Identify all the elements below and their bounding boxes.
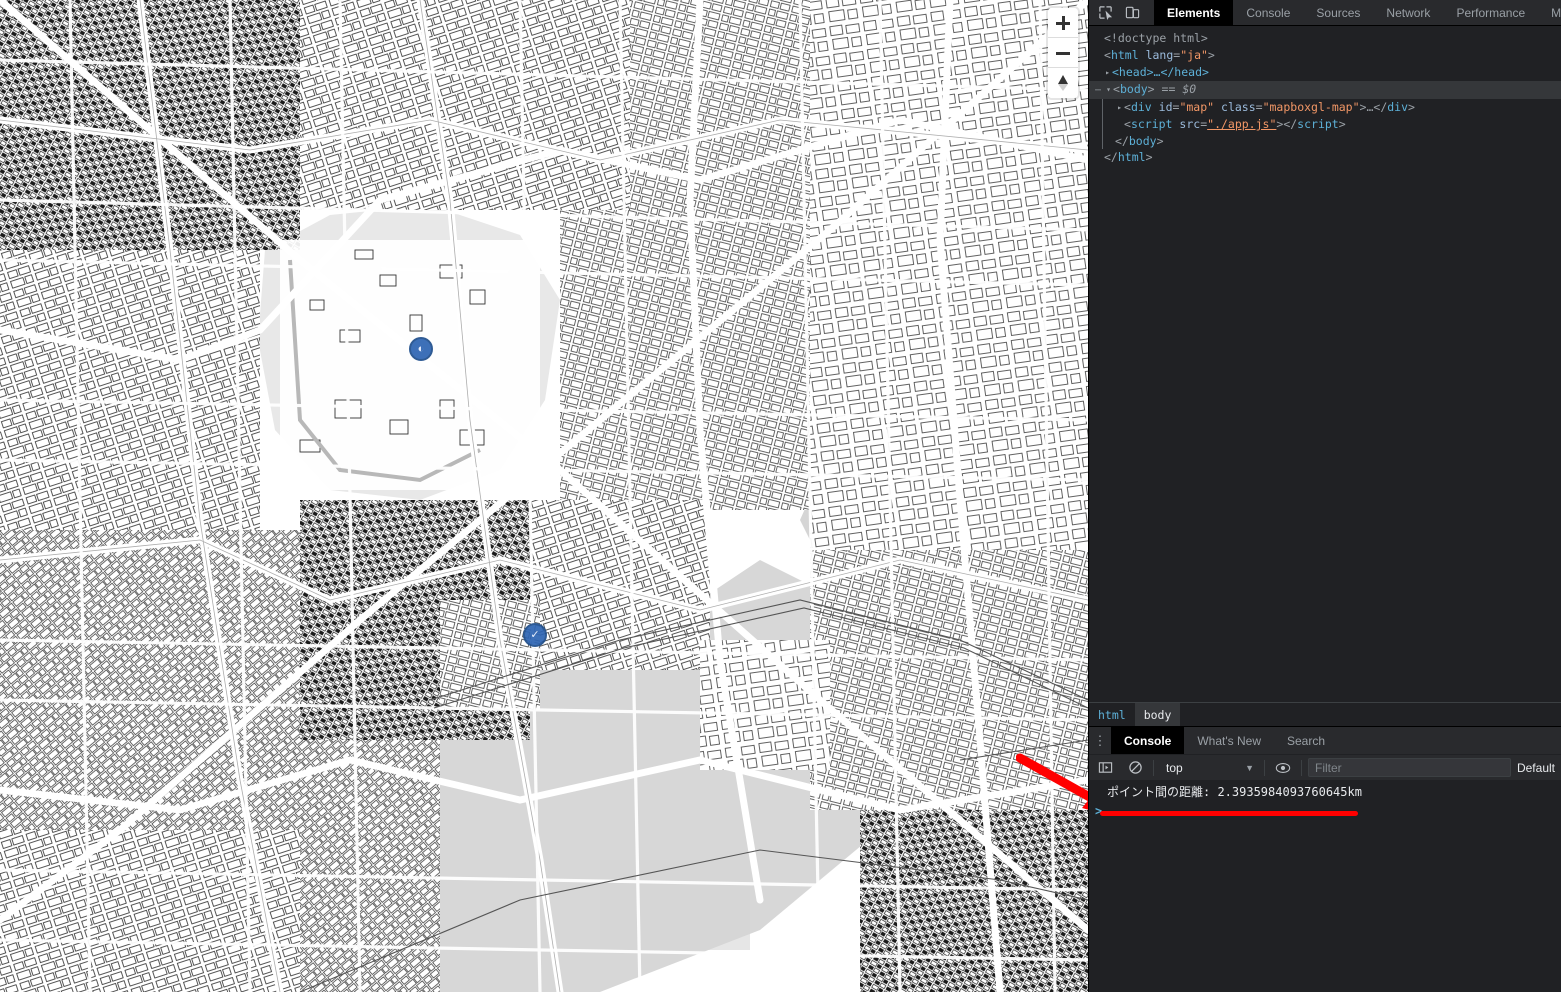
- compass-icon[interactable]: [1048, 68, 1078, 98]
- tab-elements[interactable]: Elements: [1154, 0, 1234, 25]
- drawer-tab-console[interactable]: Console: [1111, 727, 1185, 754]
- console-sidebar-icon[interactable]: [1093, 758, 1117, 778]
- head-collapsed-text: <head>…</head>: [1112, 65, 1209, 79]
- div-id-value: "map": [1179, 100, 1215, 114]
- tab-memory[interactable]: Memory: [1538, 0, 1561, 25]
- breadcrumb-item-body[interactable]: body: [1134, 703, 1181, 726]
- device-toolbar-icon[interactable]: [1122, 3, 1142, 23]
- script-src-attr: src: [1179, 117, 1201, 131]
- zoom-out-button[interactable]: [1048, 38, 1078, 68]
- node-overflow-dots[interactable]: ⋯: [1095, 85, 1102, 96]
- div-class-attr: class: [1221, 100, 1256, 114]
- console-toolbar-divider-3: [1301, 759, 1302, 776]
- console-message[interactable]: ポイント間の距離: 2.3935984093760645km: [1089, 782, 1561, 803]
- drawer-more-options-icon[interactable]: ⋮: [1089, 727, 1111, 754]
- dom-node-body-close[interactable]: </body>: [1102, 133, 1561, 149]
- div-tag-name: div: [1130, 100, 1152, 114]
- live-expression-icon[interactable]: [1271, 758, 1295, 778]
- body-tag-name: body: [1119, 82, 1148, 96]
- dom-node-head[interactable]: ▸ <head>…</head>: [1089, 64, 1561, 81]
- tab-sources[interactable]: Sources: [1303, 0, 1373, 25]
- devtools-tabs: Elements Console Sources Network Perform…: [1154, 0, 1561, 25]
- map-navigation-control[interactable]: [1048, 8, 1078, 98]
- div-id-attr: id: [1158, 100, 1173, 114]
- div-class-value: "mapboxgl-map": [1262, 100, 1360, 114]
- console-toolbar: top ▼ Default: [1089, 754, 1561, 780]
- html-lang-value: "ja": [1180, 48, 1208, 62]
- console-filter-input[interactable]: [1308, 758, 1511, 777]
- tab-console[interactable]: Console: [1233, 0, 1303, 25]
- dom-node-div-map[interactable]: ▸ <div id="map" class="mapboxgl-map">…</d…: [1102, 99, 1561, 116]
- clear-console-icon[interactable]: [1123, 758, 1147, 778]
- dom-node-body[interactable]: ⋯ ▾ <body> == $0: [1089, 81, 1561, 99]
- map-canvas[interactable]: [0, 0, 1088, 992]
- devtools-tab-bar: Elements Console Sources Network Perform…: [1089, 0, 1561, 26]
- map-marker-point-a[interactable]: ◐: [409, 337, 433, 361]
- script-tag-name: script: [1130, 117, 1173, 131]
- inspect-element-icon[interactable]: [1095, 3, 1115, 23]
- script-src-value[interactable]: "./app.js": [1207, 117, 1276, 131]
- html-lang-attr: lang: [1145, 48, 1174, 62]
- elements-dom-tree[interactable]: ▸<!doctype html> ▸<html lang="ja"> ▸<hea…: [1089, 26, 1561, 702]
- devtools-toolbar-icons: [1089, 0, 1146, 25]
- selected-node-marker: == $0: [1161, 82, 1197, 96]
- console-drawer: ⋮ Console What's New Search top ▼ Filter…: [1089, 726, 1561, 992]
- zoom-in-button[interactable]: [1048, 8, 1078, 38]
- drawer-tab-bar: ⋮ Console What's New Search: [1089, 727, 1561, 754]
- dom-breadcrumb: html body: [1089, 702, 1561, 726]
- breadcrumb-item-html[interactable]: html: [1089, 703, 1135, 726]
- dom-node-html[interactable]: ▸<html lang="ja">: [1089, 47, 1561, 64]
- marker-glyph: ◐: [417, 342, 425, 355]
- application-root: ◐ ✓ Elements Console Sources Network Per…: [0, 0, 1561, 992]
- map-marker-point-b[interactable]: ✓: [523, 623, 547, 647]
- tab-network[interactable]: Network: [1373, 0, 1443, 25]
- console-context-selector[interactable]: top ▼: [1160, 758, 1258, 777]
- dom-node-doctype[interactable]: ▸<!doctype html>: [1089, 30, 1561, 47]
- console-log-levels-dropdown[interactable]: Default: [1517, 761, 1557, 775]
- console-toolbar-divider-2: [1264, 759, 1265, 776]
- drawer-tab-search[interactable]: Search: [1274, 727, 1338, 754]
- chevron-down-icon: ▼: [1245, 762, 1254, 773]
- drawer-tab-whats-new[interactable]: What's New: [1184, 727, 1274, 754]
- console-context-label: top: [1166, 760, 1183, 775]
- tab-performance[interactable]: Performance: [1443, 0, 1538, 25]
- console-toolbar-divider: [1153, 759, 1154, 776]
- marker-glyph: ✓: [530, 628, 540, 641]
- dom-node-html-close[interactable]: ▸</html>: [1089, 149, 1561, 166]
- dom-node-script[interactable]: ▸<script src="./app.js"></script>: [1102, 116, 1561, 133]
- doctype-text: <!doctype html>: [1104, 31, 1208, 45]
- html-tag-name: html: [1110, 48, 1139, 62]
- annotation-underline: [1100, 811, 1358, 816]
- devtools-panel: Elements Console Sources Network Perform…: [1088, 0, 1561, 992]
- map-container[interactable]: ◐ ✓: [0, 0, 1088, 992]
